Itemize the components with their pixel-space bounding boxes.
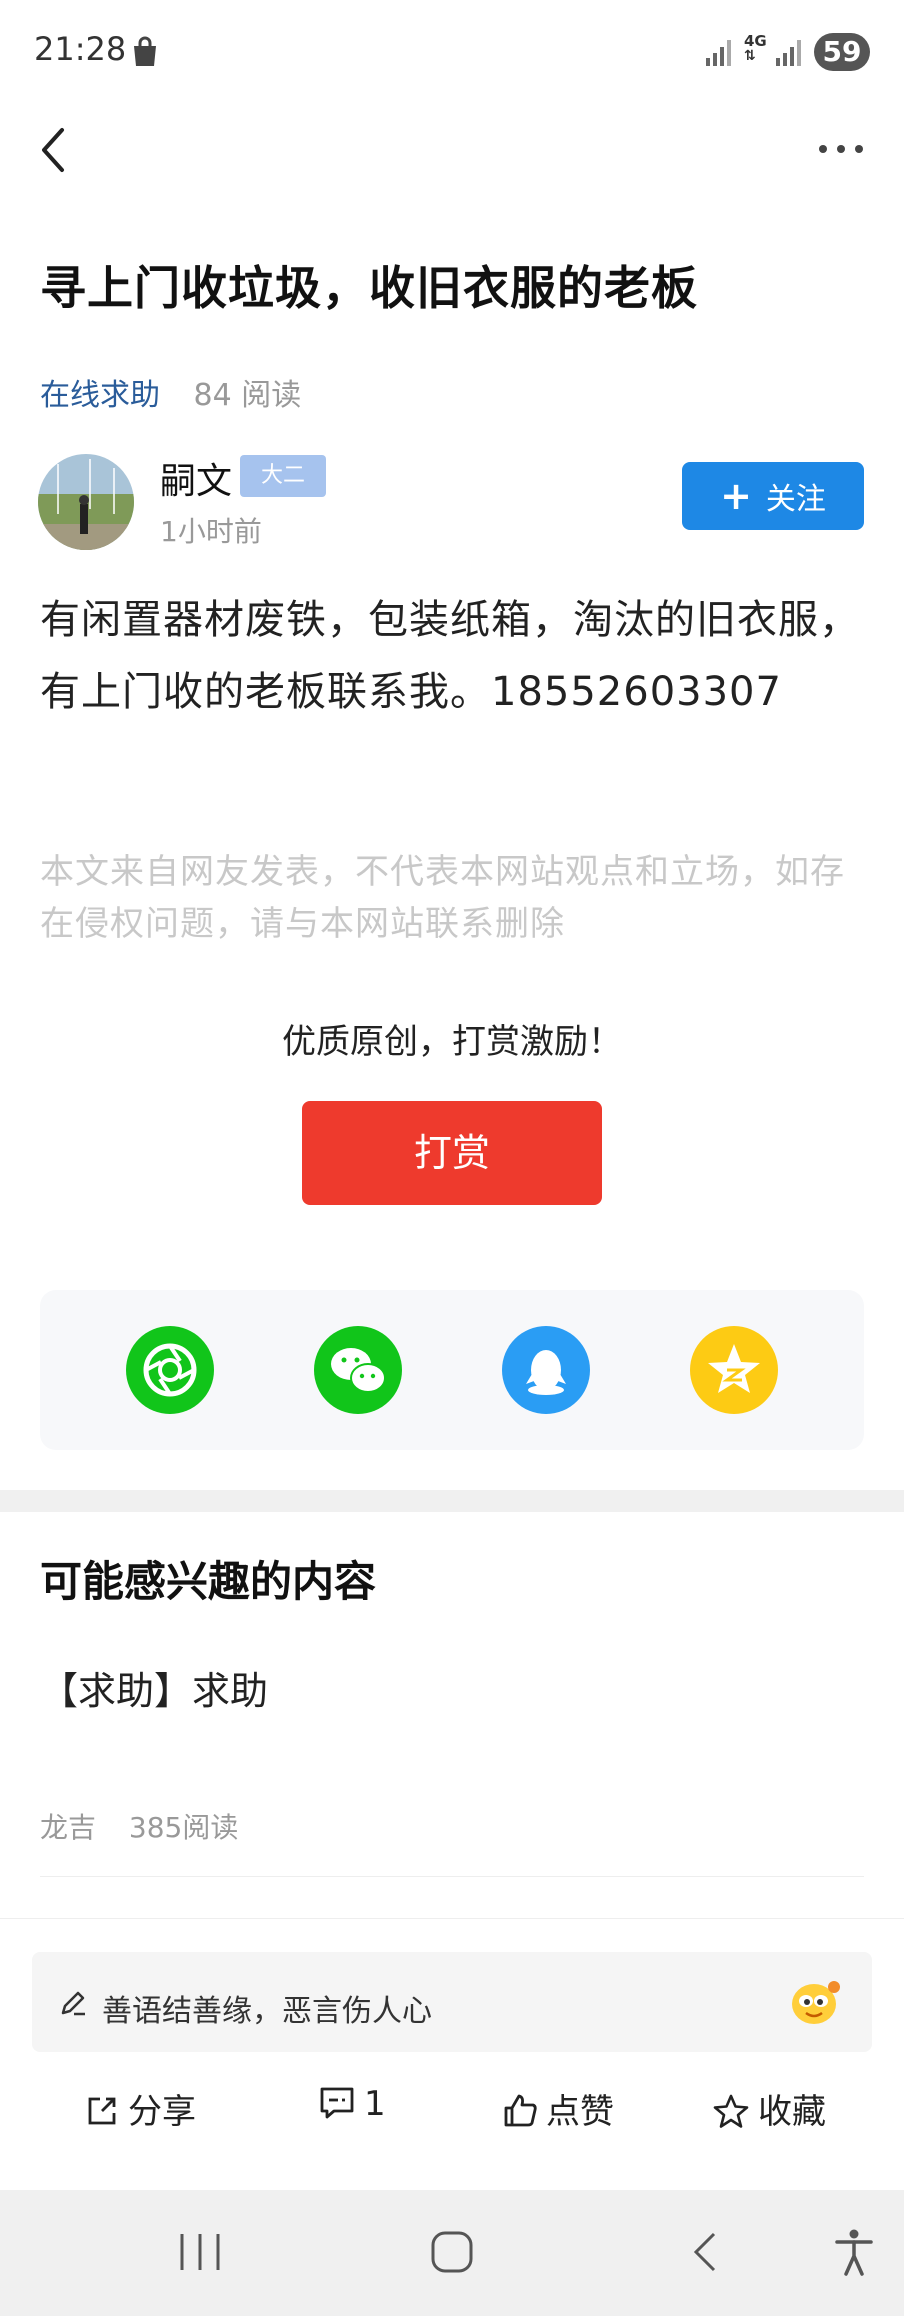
author-name[interactable]: 嗣文 [160, 452, 232, 504]
signal-icon [706, 40, 731, 66]
like-action[interactable]: 点赞 [502, 2084, 614, 2133]
qzone-icon[interactable] [690, 1326, 778, 1414]
shopping-bag-icon [134, 36, 156, 66]
recommend-item-author: 龙吉 [40, 1811, 97, 1844]
share-panel [40, 1290, 864, 1450]
reward-button[interactable]: 打赏 [302, 1101, 602, 1205]
accessibility-icon[interactable] [834, 2228, 874, 2276]
thumbs-up-icon [504, 2094, 537, 2127]
level-badge: 大二 [240, 455, 326, 497]
recommend-heading: 可能感兴趣的内容 [40, 1557, 377, 1606]
category-link[interactable]: 在线求助 [40, 378, 160, 413]
share-icon [88, 2097, 116, 2125]
reward-prompt: 优质原创，打赏激励！ [282, 1022, 622, 1062]
back-icon[interactable] [36, 124, 70, 176]
read-count: 84 阅读 [193, 378, 302, 413]
pencil-icon [61, 1991, 85, 2016]
system-nav-bar [0, 2190, 904, 2316]
signal-icon-2 [776, 40, 801, 66]
recommend-item-reads: 385阅读 [128, 1811, 239, 1844]
bottom-bar-border [0, 1918, 904, 1919]
recommend-item-title[interactable]: 【求助】求助 [40, 1660, 268, 1715]
status-time: 21:28 [34, 30, 127, 68]
comment-action[interactable]: 1 [318, 2084, 386, 2124]
article-title: 寻上门收垃圾，收旧衣服的老板 [40, 261, 698, 315]
plus-icon: + [720, 474, 752, 518]
recommend-item-meta: 龙吉 385阅读 [40, 1806, 238, 1846]
article-meta: 在线求助 84 阅读 [40, 370, 301, 414]
follow-button[interactable]: + 关注 [682, 462, 864, 530]
avatar[interactable] [38, 454, 134, 550]
favorite-action[interactable]: 收藏 [712, 2084, 826, 2133]
recents-icon[interactable] [178, 2232, 222, 2272]
moments-icon[interactable] [126, 1326, 214, 1414]
battery-indicator: 59 [814, 33, 870, 71]
disclaimer: 本文来自网友发表，不代表本网站观点和立场，如存在侵权问题，请与本网站联系删除 [40, 852, 845, 944]
emoji-icon[interactable] [788, 1977, 842, 2027]
comment-placeholder: 善语结善缘，恶言伤人心 [102, 1994, 432, 2029]
home-icon[interactable] [430, 2230, 474, 2274]
nav-back-icon[interactable] [690, 2230, 720, 2274]
comment-icon [320, 2087, 354, 2119]
qq-icon[interactable] [502, 1326, 590, 1414]
star-icon [713, 2094, 749, 2128]
section-divider [0, 1490, 904, 1512]
share-action[interactable]: 分享 [84, 2084, 196, 2133]
more-icon[interactable] [816, 140, 866, 158]
post-time: 1小时前 [160, 515, 262, 548]
list-separator [40, 1876, 864, 1877]
network-type: 4G ⇅ [744, 32, 767, 64]
article-content: 有闲置器材废铁，包装纸箱，淘汰的旧衣服，有上门收的老板联系我。185526033… [40, 597, 860, 715]
wechat-icon[interactable] [314, 1326, 402, 1414]
